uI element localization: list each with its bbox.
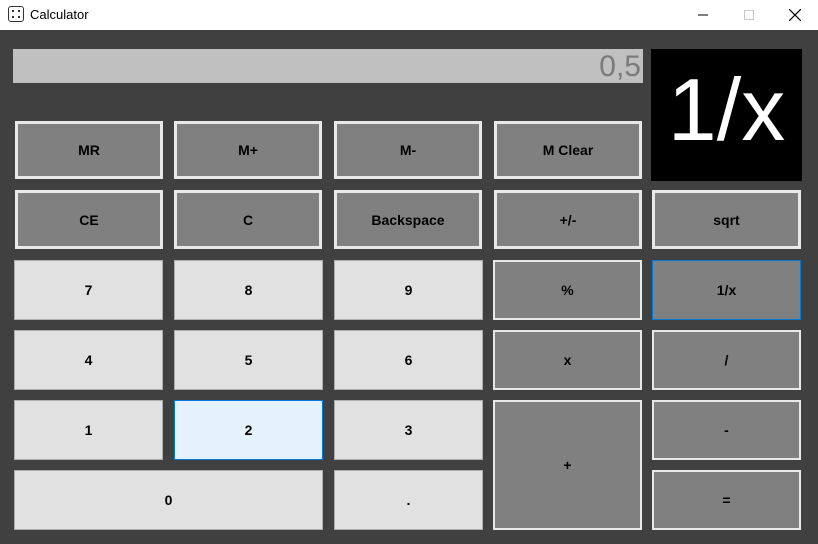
operation-indicator: 1/x [651, 49, 802, 181]
digit-3-button[interactable]: 3 [334, 400, 483, 460]
multiply-button[interactable]: x [493, 330, 642, 390]
digit-8-button[interactable]: 8 [174, 260, 323, 320]
decimal-point-button[interactable]: . [334, 470, 483, 530]
percent-button[interactable]: % [493, 260, 642, 320]
digit-2-button[interactable]: 2 [174, 400, 323, 460]
close-icon [789, 9, 801, 21]
memory-recall-button[interactable]: MR [15, 121, 163, 179]
digit-6-button[interactable]: 6 [334, 330, 483, 390]
equals-button[interactable]: = [652, 470, 801, 530]
clear-button[interactable]: C [174, 190, 322, 249]
digit-4-button[interactable]: 4 [14, 330, 163, 390]
add-button[interactable]: + [493, 400, 642, 530]
clear-entry-button[interactable]: CE [15, 190, 163, 249]
divide-button[interactable]: / [652, 330, 801, 390]
digit-5-button[interactable]: 5 [174, 330, 323, 390]
digit-9-button[interactable]: 9 [334, 260, 483, 320]
memory-clear-button[interactable]: M Clear [494, 121, 642, 179]
maximize-button[interactable] [726, 0, 772, 30]
plus-minus-button[interactable]: +/- [494, 190, 642, 249]
sqrt-button[interactable]: sqrt [652, 190, 801, 249]
close-button[interactable] [772, 0, 818, 30]
window-title: Calculator [30, 7, 89, 22]
memory-subtract-button[interactable]: M- [334, 121, 482, 179]
backspace-button[interactable]: Backspace [334, 190, 482, 249]
digit-7-button[interactable]: 7 [14, 260, 163, 320]
calculator-app-icon [8, 6, 24, 22]
result-display: 0,5 [13, 49, 643, 83]
digit-1-button[interactable]: 1 [14, 400, 163, 460]
digit-0-button[interactable]: 0 [14, 470, 323, 530]
maximize-icon [744, 10, 754, 20]
minimize-icon [698, 14, 708, 16]
title-bar: Calculator [0, 0, 818, 30]
minimize-button[interactable] [680, 0, 726, 30]
memory-add-button[interactable]: M+ [174, 121, 322, 179]
reciprocal-button[interactable]: 1/x [652, 260, 801, 320]
subtract-button[interactable]: - [652, 400, 801, 460]
